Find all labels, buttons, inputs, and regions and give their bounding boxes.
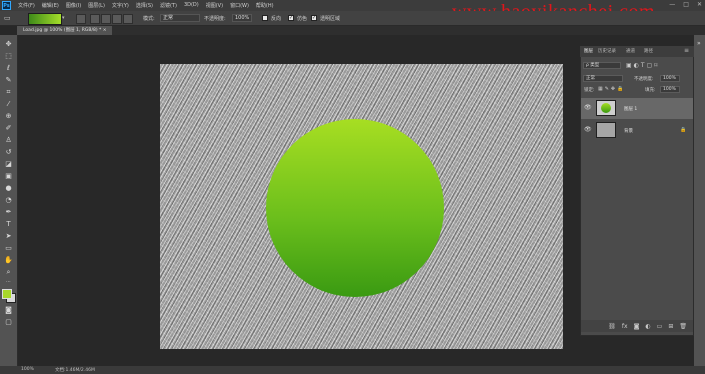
gradient-tool-icon[interactable]: ▣ [4,172,13,180]
hand-tool-icon[interactable]: ✋ [4,256,13,264]
menu-3d[interactable]: 3D(D) [184,2,199,9]
healing-brush-tool-icon[interactable]: ⊕ [4,112,13,120]
more-tools-icon[interactable]: ⋯ [4,278,13,286]
fill-label: 填充: [645,88,656,93]
status-bar: 100% 文档:1.46M/2.46M [0,366,705,374]
blend-mode-select[interactable]: 正常 [583,75,623,82]
menu-window[interactable]: 窗口(W) [230,2,249,9]
foreground-color-swatch[interactable] [2,289,12,299]
menu-image[interactable]: 图像(I) [66,2,81,9]
group-icon[interactable]: ▭ [657,323,663,330]
angle-gradient-button[interactable] [101,14,111,24]
menu-edit[interactable]: 编辑(E) [42,2,59,9]
fx-icon[interactable]: fx [622,323,628,330]
pen-tool-icon[interactable]: ✒ [4,208,13,216]
transparency-label: 透明区域 [320,16,341,22]
document-tab-bar [17,26,705,35]
tab-paths[interactable]: 路径 [644,48,653,54]
lasso-tool-icon[interactable]: ℓ [4,64,13,72]
eye-icon[interactable]: 👁 [584,126,592,133]
menu-file[interactable]: 文件(F) [18,2,35,9]
menu-type[interactable]: 文字(Y) [112,2,129,9]
menu-layer[interactable]: 图层(L) [88,2,105,9]
mode-select[interactable]: 正常 [160,14,200,22]
window-controls: — □ ✕ [669,1,702,8]
close-icon[interactable]: ✕ [697,1,702,8]
zoom-level[interactable]: 100% [21,367,34,372]
gradient-swatch[interactable] [28,13,62,25]
history-brush-tool-icon[interactable]: ↺ [4,148,13,156]
background-layer-name[interactable]: 背景 [624,128,633,134]
linear-gradient-button[interactable] [76,14,86,24]
trash-icon[interactable]: 🗑 [679,323,687,330]
quick-mask-icon[interactable]: ◙ [4,306,13,314]
panel-opacity-label: 不透明度: [634,77,654,82]
move-tool-icon[interactable]: ✥ [4,40,13,48]
diamond-gradient-button[interactable] [123,14,133,24]
opacity-input[interactable]: 100% [232,14,252,22]
zoom-tool-icon[interactable]: ⌕ [4,268,13,276]
menu-items: 文件(F) 编辑(E) 图像(I) 图层(L) 文字(Y) 选择(S) 滤镜(T… [18,2,274,9]
type-tool-icon[interactable]: T [4,220,13,228]
dither-label: 仿色 [297,16,308,22]
minimize-icon[interactable]: — [669,1,675,8]
mask-icon[interactable]: ◙ [634,323,640,330]
reverse-checkbox[interactable] [262,15,268,21]
layers-panel-footer: ⛓ fx ◙ ◐ ▭ ⊞ 🗑 [581,320,693,332]
tab-history[interactable]: 历史记录 [598,48,616,54]
layer-1-name[interactable]: 图层 1 [624,106,637,112]
tab-layers[interactable]: 图层 [584,48,593,54]
menu-view[interactable]: 视图(V) [206,2,223,9]
mode-label: 模式: [143,16,155,22]
chevron-down-icon[interactable]: ▾ [62,15,65,21]
opacity-label: 不透明度: [204,16,226,22]
marquee-tool-icon[interactable]: ⬚ [4,52,13,60]
collapse-icon[interactable]: » [697,40,701,47]
lock-icon: 🔒 [680,127,687,133]
tab-channels[interactable]: 通道 [626,48,635,54]
screen-mode-icon[interactable]: ▢ [4,318,13,326]
document-info: 文档:1.46M/2.46M [55,368,95,373]
menu-filter[interactable]: 滤镜(T) [160,2,177,9]
maximize-icon[interactable]: □ [683,1,689,8]
panel-menu-icon[interactable]: ≡ [684,47,689,54]
layer-kind-filter[interactable]: ρ 类型 [583,62,621,69]
panel-opacity-input[interactable]: 100% [660,75,680,82]
background-thumbnail [596,122,616,138]
menu-select[interactable]: 选择(S) [136,2,153,9]
photoshop-logo: Ps [2,1,11,10]
dither-checkbox[interactable]: ✓ [288,15,294,21]
filter-icons[interactable]: ▣◐T▢⌑ [626,62,659,69]
menu-help[interactable]: 帮助(H) [256,2,274,9]
blur-tool-icon[interactable]: ● [4,184,13,192]
document-tab[interactable]: Load.jpg @ 100% (图层 1, RGB/8) * × [17,26,113,35]
dodge-tool-icon[interactable]: ◔ [4,196,13,204]
quick-select-tool-icon[interactable]: ✎ [4,76,13,84]
eyedropper-tool-icon[interactable]: ⁄ [4,100,13,108]
path-selection-tool-icon[interactable]: ➤ [4,232,13,240]
crop-tool-icon[interactable]: ⌗ [4,88,13,96]
brush-tool-icon[interactable]: ✐ [4,124,13,132]
rectangle-tool-icon[interactable]: ▭ [4,244,13,252]
clone-stamp-tool-icon[interactable]: ♙ [4,136,13,144]
eye-icon[interactable]: 👁 [584,104,592,111]
reverse-label: 反向 [271,16,282,22]
layer-1-thumbnail [596,100,616,116]
green-gradient-circle [266,119,444,297]
fill-input[interactable]: 100% [660,86,680,93]
link-icon[interactable]: ⛓ [608,323,616,330]
lock-icons[interactable]: ▦✎✥🔒 [598,86,625,92]
panel-dock-strip [694,35,705,366]
eraser-tool-icon[interactable]: ◪ [4,160,13,168]
reflected-gradient-button[interactable] [112,14,122,24]
transparency-checkbox[interactable]: ✓ [311,15,317,21]
radial-gradient-button[interactable] [90,14,100,24]
new-layer-icon[interactable]: ⊞ [668,323,673,330]
adjustment-icon[interactable]: ◐ [645,323,650,330]
gradient-tool-icon[interactable]: ▭ [4,14,11,22]
lock-label: 锁定: [584,88,595,93]
